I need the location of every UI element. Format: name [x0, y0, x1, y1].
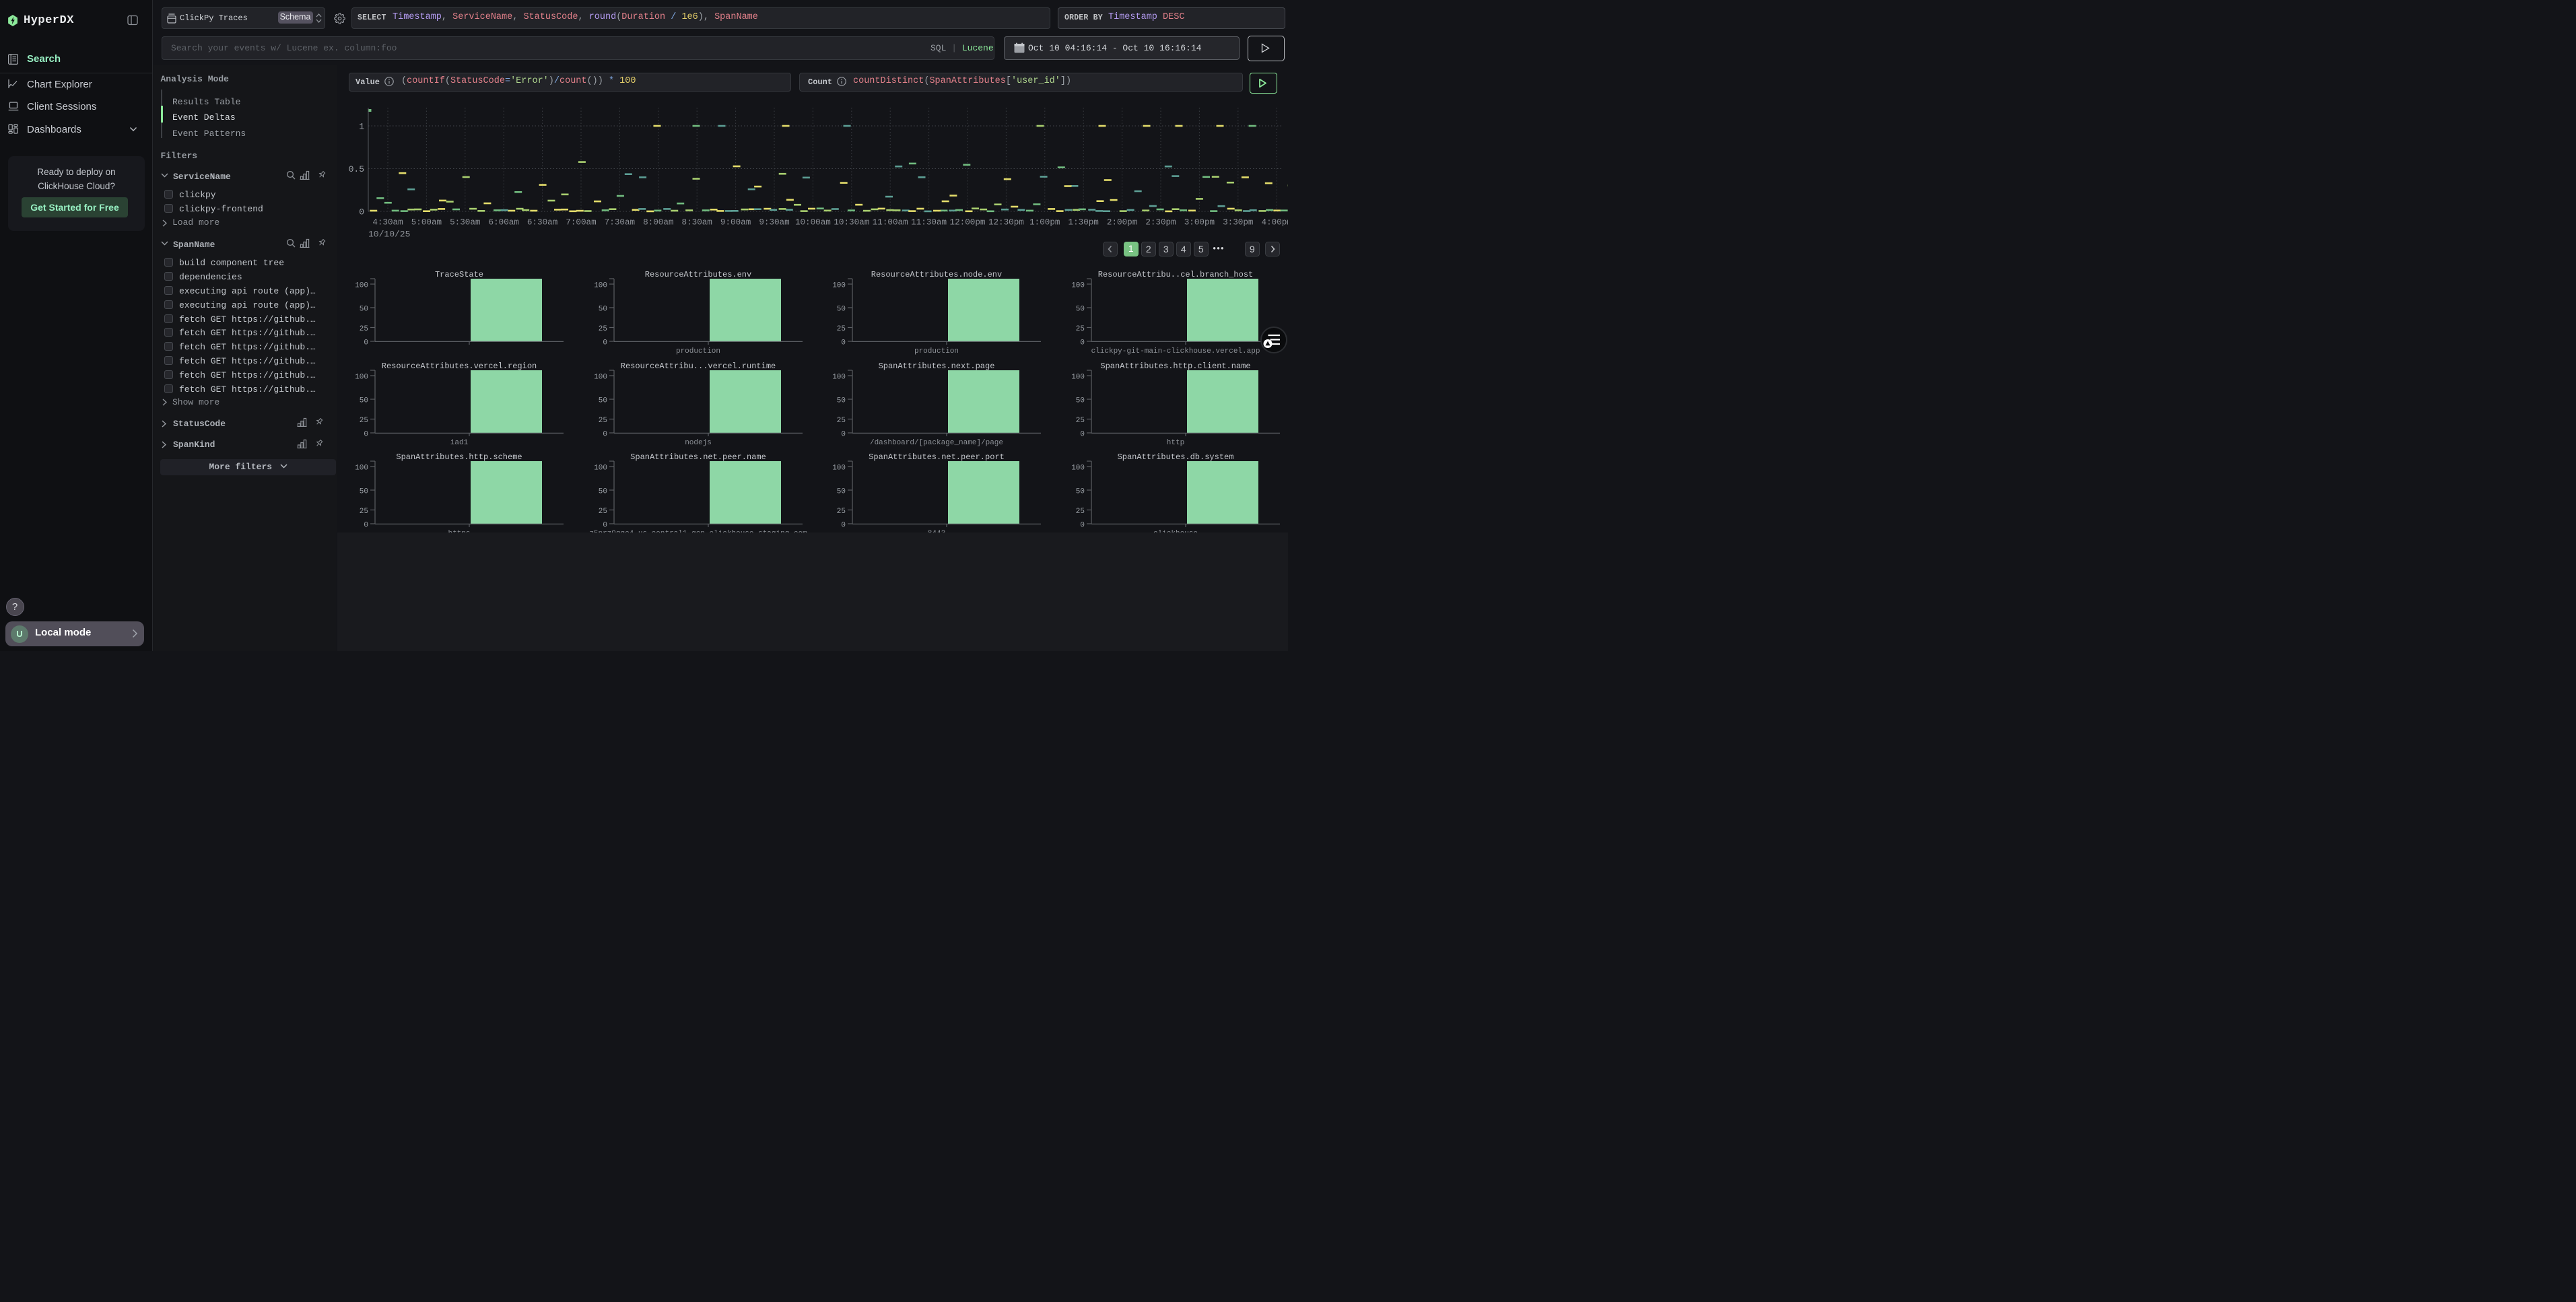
svg-text:100: 100 [1071, 282, 1085, 290]
svg-text:nodejs: nodejs [685, 439, 712, 447]
svg-text:11:30am: 11:30am [911, 218, 947, 228]
svg-text:0: 0 [841, 339, 846, 347]
svg-text:100: 100 [832, 282, 846, 290]
svg-text:10:00am: 10:00am [795, 218, 831, 228]
svg-text:5:00am: 5:00am [411, 218, 442, 228]
svg-text:production: production [914, 347, 959, 355]
svg-text:12:30pm: 12:30pm [988, 218, 1024, 228]
svg-text:50: 50 [1076, 488, 1085, 496]
svg-text:0: 0 [364, 430, 368, 438]
svg-text:8:00am: 8:00am [643, 218, 673, 228]
svg-text:25: 25 [599, 508, 607, 516]
svg-text:0: 0 [364, 339, 368, 347]
svg-text:25: 25 [360, 508, 368, 516]
svg-text:100: 100 [355, 465, 368, 473]
svg-text:25: 25 [837, 417, 846, 425]
svg-text:SpanAttributes.net.peer.name: SpanAttributes.net.peer.name [630, 452, 766, 462]
svg-text:4:00pm: 4:00pm [1262, 218, 1288, 228]
svg-text:50: 50 [360, 306, 368, 314]
svg-text:4:30am: 4:30am [372, 218, 403, 228]
svg-text:25: 25 [360, 325, 368, 333]
svg-text:25: 25 [1076, 508, 1085, 516]
svg-text:6:30am: 6:30am [527, 218, 557, 228]
svg-text:ResourceAttributes.env: ResourceAttributes.env [645, 270, 751, 279]
svg-text:1:30pm: 1:30pm [1069, 218, 1099, 228]
svg-text:9:00am: 9:00am [720, 218, 751, 228]
svg-text:50: 50 [599, 306, 607, 314]
svg-text:0: 0 [364, 522, 368, 530]
svg-text:3:30pm: 3:30pm [1223, 218, 1253, 228]
svg-text:2:00pm: 2:00pm [1107, 218, 1137, 228]
svg-text:50: 50 [360, 488, 368, 496]
svg-text:25: 25 [1076, 325, 1085, 333]
svg-text:100: 100 [1071, 465, 1085, 473]
svg-text:TraceState: TraceState [435, 270, 483, 279]
svg-text:25: 25 [599, 325, 607, 333]
svg-text:iad1: iad1 [450, 439, 469, 447]
svg-text:100: 100 [832, 373, 846, 381]
svg-text:9:30am: 9:30am [759, 218, 789, 228]
svg-text:production: production [676, 347, 720, 355]
svg-text:http: http [1167, 439, 1184, 447]
svg-text:6:00am: 6:00am [489, 218, 519, 228]
svg-text:50: 50 [599, 397, 607, 405]
svg-text:100: 100 [594, 282, 607, 290]
svg-text:/dashboard/[package_name]/page: /dashboard/[package_name]/page [870, 439, 1003, 447]
svg-text:50: 50 [837, 306, 846, 314]
svg-text:100: 100 [594, 465, 607, 473]
svg-text:50: 50 [837, 397, 846, 405]
svg-text:100: 100 [355, 282, 368, 290]
svg-text:100: 100 [1071, 373, 1085, 381]
svg-text:1: 1 [359, 122, 364, 132]
svg-text:0: 0 [1080, 522, 1085, 530]
svg-text:SpanAttributes.net.peer.port: SpanAttributes.net.peer.port [869, 452, 1005, 462]
svg-text:10/10/25: 10/10/25 [368, 230, 410, 240]
svg-text:10:30am: 10:30am [834, 218, 869, 228]
svg-text:50: 50 [1076, 306, 1085, 314]
svg-text:25: 25 [837, 325, 846, 333]
svg-text:50: 50 [599, 488, 607, 496]
svg-text:5:30am: 5:30am [450, 218, 480, 228]
svg-text:50: 50 [360, 397, 368, 405]
svg-text:25: 25 [360, 417, 368, 425]
svg-text:12:00pm: 12:00pm [950, 218, 986, 228]
svg-text:8:30am: 8:30am [682, 218, 712, 228]
svg-text:0.5: 0.5 [349, 164, 364, 174]
svg-text:ResourceAttribu..cel.branch_ho: ResourceAttribu..cel.branch_host [1098, 270, 1253, 279]
svg-text:0: 0 [841, 430, 846, 438]
svg-text:0: 0 [841, 522, 846, 530]
svg-text:0: 0 [1080, 339, 1085, 347]
svg-text:100: 100 [832, 465, 846, 473]
svg-text:SpanAttributes.next.page: SpanAttributes.next.page [879, 362, 995, 371]
svg-text:3:00pm: 3:00pm [1184, 218, 1215, 228]
svg-text:2:30pm: 2:30pm [1145, 218, 1176, 228]
svg-text:25: 25 [1076, 417, 1085, 425]
svg-text:100: 100 [355, 373, 368, 381]
svg-text:SpanAttributes.db.system: SpanAttributes.db.system [1118, 452, 1234, 462]
svg-text:100: 100 [594, 373, 607, 381]
svg-text:11:00am: 11:00am [873, 218, 908, 228]
svg-text:0: 0 [603, 339, 607, 347]
svg-text:SpanAttributes.http.scheme: SpanAttributes.http.scheme [396, 452, 522, 462]
svg-text:25: 25 [837, 508, 846, 516]
svg-text:7:30am: 7:30am [605, 218, 635, 228]
svg-text:SpanAttributes.http.client.nam: SpanAttributes.http.client.name [1100, 362, 1250, 371]
svg-text:50: 50 [837, 488, 846, 496]
svg-text:0: 0 [359, 207, 364, 217]
svg-text:0: 0 [1080, 430, 1085, 438]
svg-text:0: 0 [603, 522, 607, 530]
svg-text:50: 50 [1076, 397, 1085, 405]
svg-text:ResourceAttributes.node.env: ResourceAttributes.node.env [871, 270, 1002, 279]
svg-text:7:00am: 7:00am [566, 218, 596, 228]
svg-text:ResourceAttributes.vercel.regi: ResourceAttributes.vercel.region [382, 362, 537, 371]
svg-text:1:00pm: 1:00pm [1029, 218, 1060, 228]
svg-text:0: 0 [603, 430, 607, 438]
svg-text:clickpy-git-main-clickhouse.ve: clickpy-git-main-clickhouse.vercel.app [1091, 347, 1260, 355]
svg-text:ResourceAttribu...vercel.runti: ResourceAttribu...vercel.runtime [621, 362, 776, 371]
svg-text:25: 25 [599, 417, 607, 425]
